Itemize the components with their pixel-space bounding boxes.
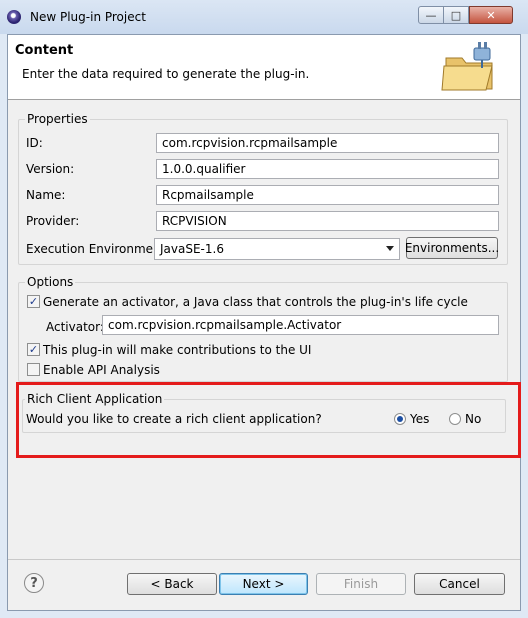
eclipse-icon [7,10,21,24]
execution-environment-label: Execution Environment: [26,242,170,256]
api-analysis-checkbox[interactable] [27,363,40,376]
provider-label: Provider: [26,214,80,228]
provider-field[interactable]: RCPVISION [156,211,499,231]
activator-checkbox[interactable]: ✓ [27,295,40,308]
footer-separator [8,559,520,560]
page-title: Content [15,43,74,58]
activator-field[interactable]: com.rcpvision.rcpmailsample.Activator [102,315,499,335]
minimize-button[interactable]: — [418,6,444,24]
page-description: Enter the data required to generate the … [22,67,310,81]
properties-group-title: Properties [25,112,90,126]
environments-button[interactable]: Environments... [405,237,499,259]
id-label: ID: [26,136,43,150]
version-field[interactable]: 1.0.0.qualifier [156,159,499,179]
next-button[interactable]: Next > [219,573,308,595]
activator-label: Activator: [46,320,104,334]
execution-environment-select[interactable]: JavaSE-1.6 [154,238,400,260]
id-field[interactable]: com.rcpvision.rcpmailsample [156,133,499,153]
name-label: Name: [26,188,66,202]
folder-plug-icon [441,42,493,91]
activator-checkbox-label: Generate an activator, a Java class that… [43,295,468,309]
maximize-button[interactable]: □ [443,6,469,24]
highlight-box [16,382,521,458]
window-title: New Plug-in Project [30,10,146,24]
finish-button: Finish [316,573,406,595]
ui-contributions-checkbox[interactable]: ✓ [27,343,40,356]
ui-contributions-label: This plug-in will make contributions to … [43,343,312,357]
back-button[interactable]: < Back [127,573,217,595]
close-button[interactable]: ✕ [469,6,513,24]
options-group-title: Options [25,275,76,289]
api-analysis-label: Enable API Analysis [43,363,160,377]
name-field[interactable]: Rcpmailsample [156,185,499,205]
chevron-down-icon[interactable] [386,246,394,251]
execution-environment-value: JavaSE-1.6 [160,242,224,256]
version-label: Version: [26,162,75,176]
help-icon[interactable]: ? [24,573,44,593]
cancel-button[interactable]: Cancel [414,573,505,595]
